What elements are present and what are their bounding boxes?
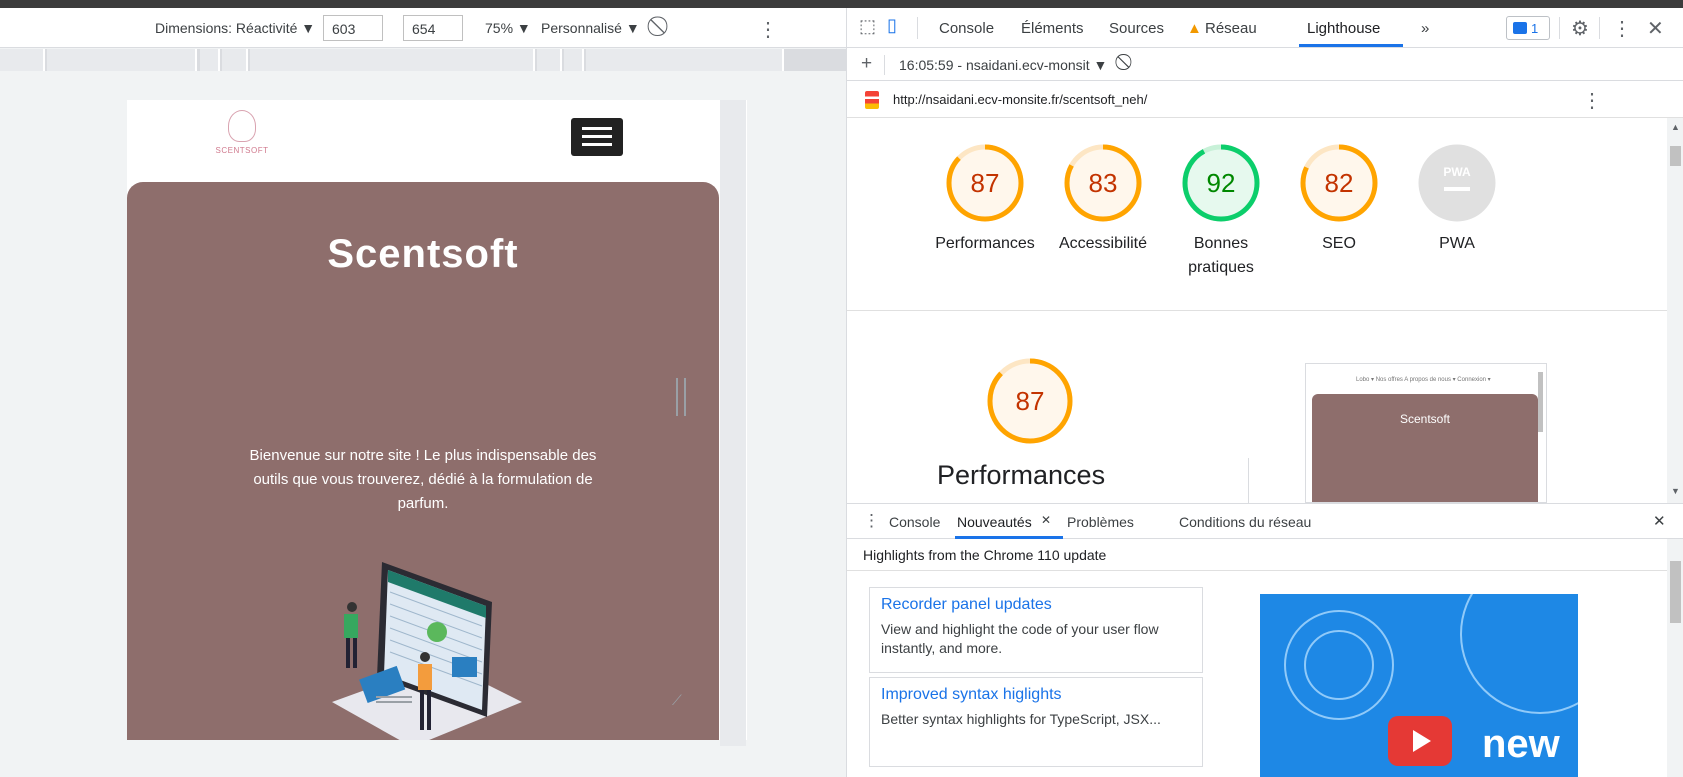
zoom-dropdown[interactable]: 75% ▼ — [485, 20, 531, 36]
score-label: SEO — [1322, 235, 1356, 252]
whats-new-video[interactable]: new — [1260, 594, 1578, 777]
whats-new-heading: Highlights from the Chrome 110 update — [847, 539, 1667, 571]
score-value: 82 — [1324, 168, 1354, 198]
devtools-tab-bar: ⬚ ▯ Console Éléments Sources ▲ Réseau Li… — [847, 8, 1683, 48]
score-gauge-1[interactable]: 87 — [945, 143, 1025, 223]
warning-icon: ▲ — [1187, 20, 1202, 37]
device-emulation-pane: Dimensions: Réactivité ▼ 603 × 654 75% ▼… — [0, 8, 846, 777]
tab-console[interactable]: Console — [939, 20, 994, 37]
lighthouse-report: 87 Performances 83 Accessibilité 92 Bonnes pr… — [847, 118, 1667, 503]
final-screenshot[interactable]: Lobo ▾ Nos offres A propos de nous ▾ Con… — [1305, 363, 1547, 503]
score-label: Performances — [935, 235, 1035, 252]
window-top-edge — [0, 0, 1683, 8]
score-value: PWA — [1417, 143, 1497, 223]
report-menu-icon[interactable]: ⋮ — [1582, 88, 1602, 113]
dimensions-dropdown[interactable]: Dimensions: Réactivité ▼ — [155, 20, 315, 36]
width-input[interactable]: 603 — [323, 15, 383, 41]
report-url-bar: http://nsaidani.ecv-monsite.fr/scentsoft… — [847, 82, 1683, 118]
score-gauge-4[interactable]: 82 — [1299, 143, 1379, 223]
width-resize-handle[interactable] — [676, 378, 686, 416]
drawer-tab-whats-new[interactable]: Nouveautés — [957, 514, 1032, 530]
score-gauge-2[interactable]: 83 — [1063, 143, 1143, 223]
lighthouse-report-bar: + 16:05:59 - nsaidani.ecv-monsit ▼ ⃠ — [847, 49, 1683, 81]
metric-divider — [1248, 458, 1249, 503]
throttle-dropdown[interactable]: Personnalisé ▼ — [541, 20, 640, 36]
site-logo[interactable]: SCENTSOFT — [207, 110, 277, 160]
report-url[interactable]: http://nsaidani.ecv-monsite.fr/scentsoft… — [893, 92, 1147, 107]
drawer-tab-bar: ⋮ Console Nouveautés ✕ Problèmes Conditi… — [847, 503, 1683, 539]
spreadsheet-illustration — [332, 562, 522, 740]
media-query-ruler[interactable] — [0, 49, 846, 71]
device-toolbar: Dimensions: Réactivité ▼ 603 × 654 75% ▼… — [0, 8, 846, 48]
drawer-tab-issues[interactable]: Problèmes — [1067, 514, 1134, 530]
score-value: 87 — [970, 168, 1000, 198]
feature-card-recorder[interactable]: Recorder panel updates View and highligh… — [869, 587, 1203, 673]
gear-icon[interactable]: ⚙ — [1571, 16, 1589, 41]
hero-section: Scentsoft Bienvenue sur notre site ! Le … — [127, 182, 719, 740]
emulated-page: SCENTSOFT Scentsoft Bienvenue sur notre … — [127, 100, 747, 740]
tab-elements[interactable]: Éléments — [1021, 20, 1084, 37]
drawer-tab-network-conditions[interactable]: Conditions du réseau — [1179, 514, 1311, 530]
main-score-gauge[interactable]: 87 — [985, 356, 1075, 446]
height-resize-handle[interactable] — [376, 696, 412, 703]
close-icon[interactable]: ✕ — [1647, 16, 1664, 41]
score-value: 83 — [1088, 168, 1118, 198]
report-selector[interactable]: 16:05:59 - nsaidani.ecv-monsit ▼ — [899, 57, 1107, 73]
score-gauge-3[interactable]: 92 — [1181, 143, 1261, 223]
whats-new-content: Recorder panel updates View and highligh… — [847, 571, 1667, 777]
hero-text: Bienvenue sur notre site ! Le plus indis… — [249, 447, 597, 512]
devtools-panel: ⬚ ▯ Console Éléments Sources ▲ Réseau Li… — [846, 8, 1683, 777]
report-scrollbar[interactable]: ▲ ▼ — [1667, 118, 1683, 503]
tab-sources[interactable]: Sources — [1109, 20, 1164, 37]
face-logo-icon — [228, 110, 256, 142]
score-label: Accessibilité — [1058, 235, 1148, 252]
page-scroll-track[interactable] — [720, 100, 746, 746]
devtools-menu-icon[interactable]: ⋮ — [1612, 16, 1632, 41]
close-tab-icon[interactable]: ✕ — [1041, 513, 1051, 527]
height-input[interactable]: 654 — [403, 15, 463, 41]
hero-title: Scentsoft — [327, 232, 519, 276]
section-divider — [847, 310, 1667, 311]
drawer-tab-console[interactable]: Console — [889, 514, 940, 530]
lighthouse-icon — [865, 91, 879, 109]
issues-badge[interactable]: 1 — [1506, 16, 1550, 40]
active-tab-indicator — [1299, 44, 1403, 47]
score-label: Bonnes pratiques — [1188, 235, 1254, 276]
drawer-scrollbar[interactable] — [1667, 539, 1683, 777]
device-toggle-icon[interactable]: ▯ — [887, 15, 897, 36]
drawer-menu-icon[interactable]: ⋮ — [863, 511, 880, 531]
inspect-element-icon[interactable]: ⬚ — [859, 16, 876, 37]
feature-card-syntax[interactable]: Improved syntax higlights Better syntax … — [869, 677, 1203, 767]
score-gauge-5[interactable]: PWA — [1417, 143, 1497, 223]
score-label: PWA — [1439, 235, 1475, 252]
new-report-icon[interactable]: + — [861, 53, 872, 75]
play-icon[interactable] — [1388, 716, 1452, 766]
tab-lighthouse[interactable]: Lighthouse — [1307, 20, 1380, 37]
more-options-icon[interactable]: ⋮ — [758, 17, 778, 42]
corner-resize-handle[interactable]: ⟋ — [672, 692, 682, 709]
message-icon — [1513, 22, 1527, 34]
score-value: 92 — [1206, 168, 1236, 198]
tab-network[interactable]: Réseau — [1205, 20, 1257, 37]
main-score-label: Performances — [937, 460, 1106, 490]
close-drawer-icon[interactable]: ✕ — [1653, 512, 1666, 530]
hamburger-menu-button[interactable] — [571, 118, 623, 156]
more-tabs-icon[interactable]: » — [1421, 20, 1429, 37]
